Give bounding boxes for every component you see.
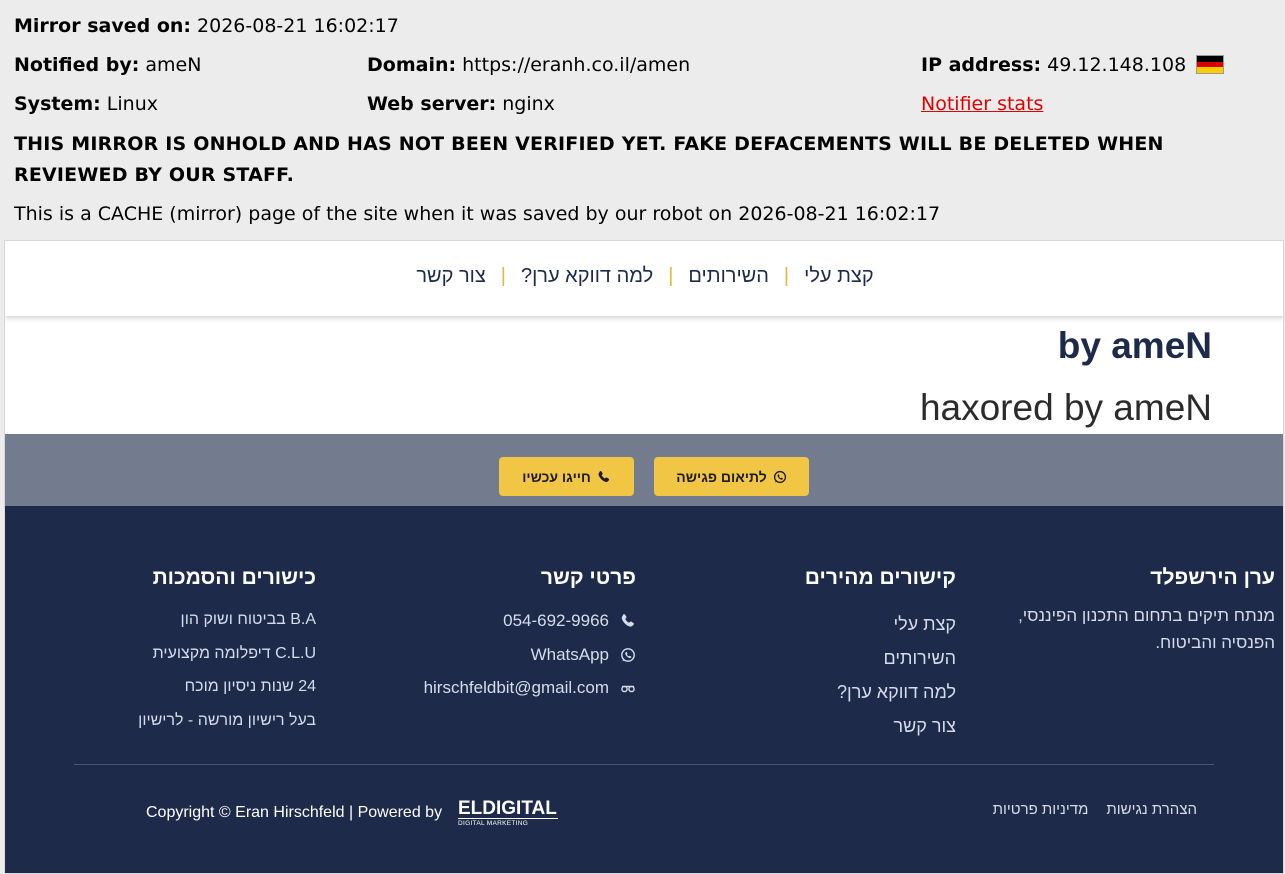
system-value: Linux (106, 93, 158, 115)
nav-separator: | (500, 265, 506, 287)
nav-item-about[interactable]: קצת עלי (804, 265, 874, 287)
web-server: Web server: nginx (367, 92, 555, 116)
whatsapp-icon (773, 470, 786, 483)
schedule-meeting-button[interactable]: לתיאום פגישה (654, 457, 809, 496)
contact-email-value: hirschfeldbit@gmail.com (423, 678, 609, 697)
qualification-item: 24 שנות ניסיון מוכח (184, 678, 316, 695)
germany-flag-icon (1196, 55, 1225, 74)
cta-bar: לתיאום פגישה חייגו עכשיו (5, 434, 1283, 506)
site-footer: ערן הירשפלד מנתח תיקים בתחום התכנון הפינ… (5, 506, 1283, 873)
system: System: Linux (14, 92, 158, 116)
onhold-warning: THIS MIRROR IS ONHOLD AND HAS NOT BEEN V… (14, 129, 1264, 191)
system-label: System: (14, 93, 101, 115)
footer-quick-links: קישורים מהירים קצת עלי השירותים למה דווק… (716, 566, 956, 746)
mirrored-site: קצת עלי|השירותים|למה דווקא ערן?|צור קשר … (4, 240, 1284, 874)
webserver-value: nginx (502, 93, 555, 115)
cache-note: This is a CACHE (mirror) page of the sit… (14, 203, 941, 225)
footer-divider (74, 764, 1214, 765)
footer-links-title: קישורים מהירים (804, 566, 956, 589)
notifier-stats-wrap: Notifier stats (921, 92, 1043, 116)
warning-line-2: REVIEWED BY OUR STAFF. (14, 164, 294, 186)
eldigital-logo[interactable]: ELDIGITAL DIGITAL MARKETING (458, 798, 558, 828)
contact-phone-value: 054-692-9966 (503, 611, 609, 630)
contact-email[interactable]: hirschfeldbit@gmail.com (424, 678, 636, 698)
copyright: Copyright © Eran Hirschfeld | Powered by (146, 804, 443, 821)
footer-link-why-eran[interactable]: למה דווקא ערן? (837, 682, 956, 703)
nav-menu: קצת עלי | השירותים | למה דווקא ערן? | צור קשר (5, 265, 1283, 288)
nav-item-why-eran[interactable]: למה דווקא ערן? (521, 265, 653, 287)
notified-by: Notified by: ameN (14, 53, 201, 77)
whatsapp-icon (621, 648, 635, 662)
footer-about-title: ערן הירשפלד (1150, 566, 1275, 589)
footer-about-line-1: מנתח תיקים בתחום התכנון הפיננסי, (1018, 606, 1275, 625)
page-subheading: haxored by ameN (919, 387, 1212, 428)
footer-about: ערן הירשפלד מנתח תיקים בתחום התכנון הפינ… (995, 566, 1275, 656)
notified-label: Notified by: (14, 54, 140, 76)
warning-line-1: THIS MIRROR IS ONHOLD AND HAS NOT BEEN V… (14, 133, 1164, 155)
contact-whatsapp[interactable]: WhatsApp (531, 645, 636, 665)
ip-value: 49.12.148.108 (1047, 54, 1187, 76)
email-icon (621, 685, 635, 693)
mirror-saved-label: Mirror saved on: (14, 15, 191, 37)
mirror-saved: Mirror saved on: 2026-08-21 16:02:17 (14, 14, 399, 38)
footer-contact-title: פרטי קשר (540, 566, 636, 589)
nav-separator: | (783, 265, 790, 287)
nav-item-services[interactable]: השירותים (688, 265, 769, 287)
page-heading: by ameN (1057, 325, 1212, 366)
site-nav: קצת עלי | השירותים | למה דווקא ערן? | צור קשר (5, 241, 1283, 316)
footer-qualifications: כישורים והסמכות B.A בביטוח ושוק הון C.L.… (56, 566, 316, 746)
domain-value: https://eranh.co.il/amen (462, 54, 691, 76)
call-now-button[interactable]: חייגו עכשיו (499, 457, 634, 496)
contact-whatsapp-value: WhatsApp (530, 645, 609, 664)
qualification-item: בעל רישיון מורשה - לרישיון (138, 712, 316, 729)
notified-value: ameN (145, 54, 202, 76)
phone-icon (598, 470, 609, 482)
accessibility-statement-link[interactable]: הצהרת נגישות (1106, 801, 1197, 818)
qualification-item: B.A בביטוח ושוק הון (180, 611, 316, 628)
contact-phone[interactable]: 054-692-9966 (503, 611, 636, 631)
mirror-saved-value: 2026-08-21 16:02:17 (197, 15, 399, 37)
domain-label: Domain: (367, 54, 457, 76)
domain: Domain: https://eranh.co.il/amen (367, 53, 690, 77)
phone-icon (621, 614, 634, 627)
footer-contact: פרטי קשר 054-692-9966 WhatsApp hirschfel… (376, 566, 636, 706)
nav-separator: | (668, 265, 674, 287)
footer-link-contact[interactable]: צור קשר (894, 716, 956, 737)
nav-item-contact[interactable]: צור קשר (416, 265, 485, 287)
footer-about-line-2: הפנסיה והביטוח. (1155, 633, 1275, 652)
footer-legal-links: הצהרת נגישות מדיניות פרטיות (975, 801, 1197, 818)
schedule-meeting-label: לתיאום פגישה (676, 468, 767, 485)
webserver-label: Web server: (367, 93, 497, 115)
privacy-policy-link[interactable]: מדיניות פרטיות (993, 801, 1089, 818)
call-now-label: חייגו עכשיו (522, 468, 591, 485)
footer-link-about[interactable]: קצת עלי (893, 614, 956, 635)
qualification-item: C.L.U דיפלומה מקצועית (152, 645, 316, 662)
ip-label: IP address: (921, 54, 1042, 76)
logo-main-text: ELDIGITAL (458, 798, 557, 819)
notifier-stats-link[interactable]: Notifier stats (921, 93, 1043, 115)
footer-link-services[interactable]: השירותים (884, 648, 956, 669)
footer-quals-title: כישורים והסמכות (152, 566, 316, 589)
logo-sub-text: DIGITAL MARKETING (458, 818, 558, 828)
ip-address: IP address: 49.12.148.108 (921, 53, 1225, 77)
